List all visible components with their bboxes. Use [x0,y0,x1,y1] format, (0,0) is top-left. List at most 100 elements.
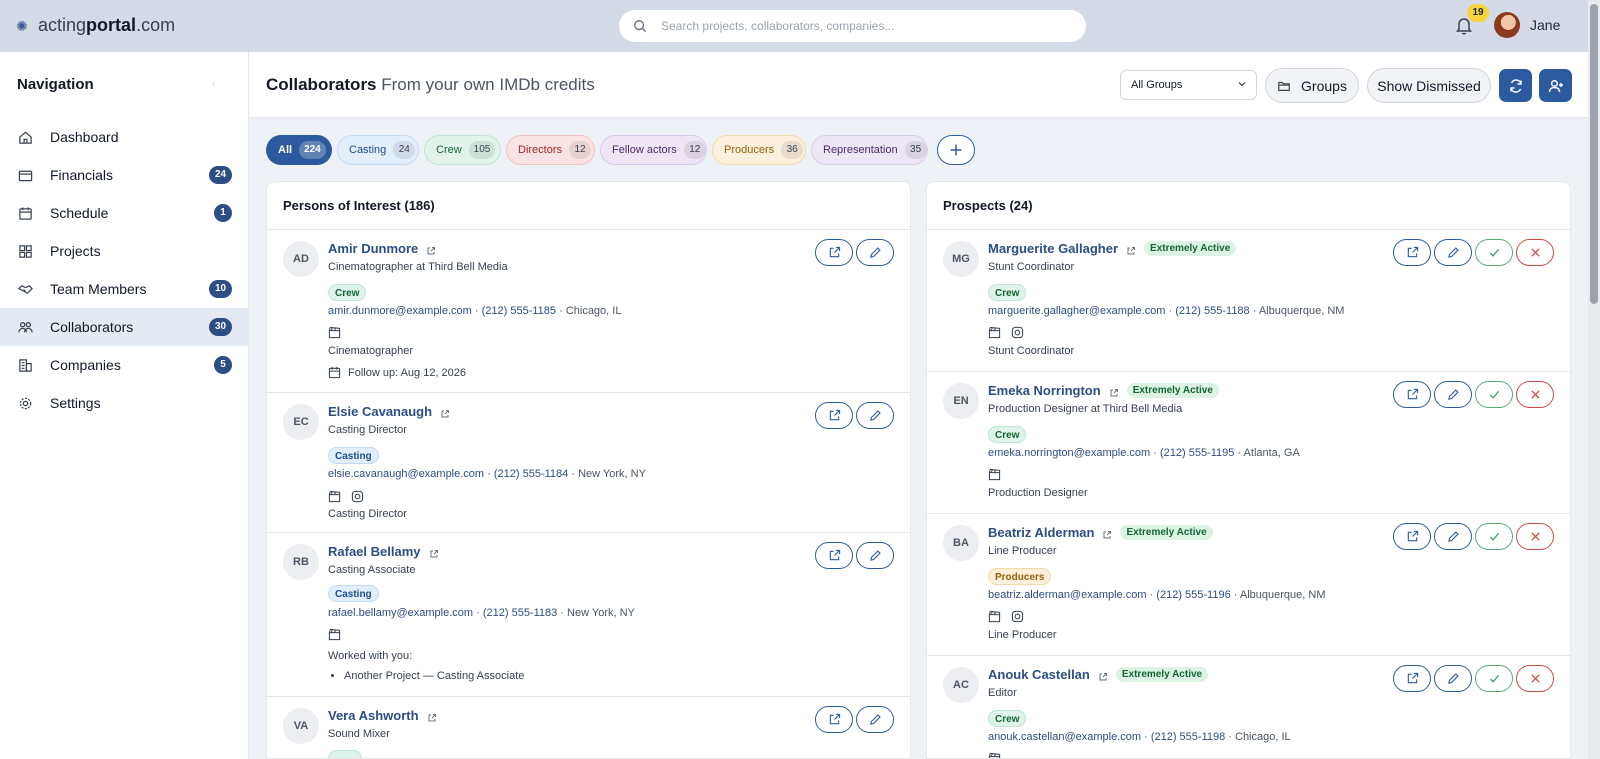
external-link-icon[interactable] [427,713,437,723]
sidebar-item-schedule[interactable]: Schedule 1 [0,194,248,232]
avatar[interactable] [1494,12,1520,38]
email-link[interactable]: elsie.cavanaugh@example.com [328,468,484,480]
open-button[interactable] [1393,381,1431,408]
collapse-icon[interactable]: ‹ [212,78,224,90]
phone-link[interactable]: (212) 555-1198 [1151,731,1225,743]
phone-link[interactable]: (212) 555-1188 [1175,305,1249,317]
instagram-icon[interactable] [351,490,364,503]
edit-button[interactable] [1434,523,1472,550]
edit-button[interactable] [856,542,894,569]
email-link[interactable]: beatriz.alderman@example.com [988,589,1147,601]
phone-link[interactable]: (212) 555-1195 [1160,447,1234,459]
clapperboard-icon[interactable] [988,326,1001,339]
dismiss-button[interactable] [1516,665,1554,692]
phone-link[interactable]: (212) 555-1183 [483,607,557,619]
person-name[interactable]: Emeka Norrington Extremely Active [988,383,1219,398]
instagram-icon[interactable] [1011,610,1024,623]
clapperboard-icon[interactable] [328,490,341,503]
location: Chicago, IL [565,305,622,317]
edit-button[interactable] [856,402,894,429]
external-link-icon[interactable] [426,246,436,256]
person-name[interactable]: Vera Ashworth [328,708,437,723]
edit-button[interactable] [1434,381,1472,408]
clapperboard-icon[interactable] [988,468,1001,481]
accept-button[interactable] [1475,523,1513,550]
open-button[interactable] [1393,523,1431,550]
user-name[interactable]: Jane [1530,17,1560,33]
show-dismissed-button[interactable]: Show Dismissed [1367,68,1491,103]
sidebar-item-projects[interactable]: Projects [0,232,248,270]
person-name[interactable]: Elsie Cavanaugh [328,404,450,419]
prospects-panel: Prospects (24) MG Marguerite Gallagher E… [926,181,1571,759]
filter-chip-casting[interactable]: Casting 24 [337,135,419,165]
accept-button[interactable] [1475,665,1513,692]
scrollbar-thumb[interactable] [1590,4,1598,304]
external-link-icon[interactable] [1126,246,1136,256]
filter-chip-fellow-actors[interactable]: Fellow actors 12 [600,135,707,165]
edit-button[interactable] [1434,239,1472,266]
sidebar-item-dashboard[interactable]: Dashboard [0,118,248,156]
pencil-icon [869,714,881,725]
edit-button[interactable] [856,239,894,266]
sidebar-item-financials[interactable]: Financials 24 [0,156,248,194]
sidebar-item-companies[interactable]: Companies 5 [0,346,248,384]
open-button[interactable] [815,706,853,733]
clapperboard-icon[interactable] [988,752,1001,759]
accept-button[interactable] [1475,381,1513,408]
external-link-icon[interactable] [1102,530,1112,540]
dismiss-button[interactable] [1516,381,1554,408]
email-link[interactable]: rafael.bellamy@example.com [328,607,473,619]
edit-button[interactable] [1434,665,1472,692]
open-button[interactable] [815,402,853,429]
groups-button[interactable]: Groups [1265,68,1359,103]
search-placeholder: Search projects, collaborators, companie… [661,19,895,33]
search-input[interactable]: Search projects, collaborators, companie… [619,10,1086,42]
clapperboard-icon[interactable] [328,628,341,641]
accept-button[interactable] [1475,239,1513,266]
filter-chip-all[interactable]: All 224 [266,135,332,165]
phone-link[interactable]: (212) 555-1196 [1156,589,1230,601]
email-link[interactable]: marguerite.gallagher@example.com [988,305,1165,317]
dismiss-button[interactable] [1516,523,1554,550]
person-name[interactable]: Marguerite Gallagher Extremely Active [988,241,1237,256]
edit-button[interactable] [856,706,894,733]
external-link-icon[interactable] [429,549,439,559]
group-select[interactable]: All Groups [1120,70,1257,100]
phone-link[interactable]: (212) 555-1185 [482,305,556,317]
filter-chip-directors[interactable]: Directors 12 [506,135,595,165]
phone-link[interactable]: (212) 555-1184 [494,468,568,480]
email-link[interactable]: amir.dunmore@example.com [328,305,472,317]
clapperboard-icon[interactable] [328,326,341,339]
email-link[interactable]: anouk.castellan@example.com [988,731,1141,743]
instagram-icon[interactable] [1011,326,1024,339]
pencil-icon [869,247,881,258]
open-button[interactable] [815,239,853,266]
person-name[interactable]: Rafael Bellamy [328,544,439,559]
filter-chip-crew[interactable]: Crew 105 [424,135,501,165]
add-collaborator-button[interactable] [1539,69,1572,102]
person-name-text: Anouk Castellan [988,667,1090,682]
open-button[interactable] [815,542,853,569]
open-button[interactable] [1393,665,1431,692]
clapperboard-icon[interactable] [988,610,1001,623]
email-link[interactable]: emeka.norrington@example.com [988,447,1150,459]
filter-chip-representation[interactable]: Representation 35 [811,135,928,165]
sidebar-item-team-members[interactable]: Team Members 10 [0,270,248,308]
logo[interactable]: ✺ acting portal .com [16,15,175,36]
refresh-button[interactable] [1499,69,1532,102]
external-link-icon[interactable] [1098,672,1108,682]
chip-label: Crew [436,144,462,156]
open-button[interactable] [1393,239,1431,266]
external-link-icon[interactable] [1109,388,1119,398]
person-name[interactable]: Beatriz Alderman Extremely Active [988,525,1213,540]
filter-chip-producers[interactable]: Producers 36 [712,135,806,165]
category-tag: Crew [988,710,1027,727]
dismiss-button[interactable] [1516,239,1554,266]
sidebar-item-collaborators[interactable]: Collaborators 30 [0,308,248,346]
person-name[interactable]: Anouk Castellan Extremely Active [988,667,1209,682]
external-link-icon[interactable] [440,409,450,419]
add-filter-button[interactable] [937,135,975,165]
person-name[interactable]: Amir Dunmore [328,241,436,256]
page-scrollbar[interactable] [1588,0,1600,759]
sidebar-item-settings[interactable]: Settings [0,384,248,422]
